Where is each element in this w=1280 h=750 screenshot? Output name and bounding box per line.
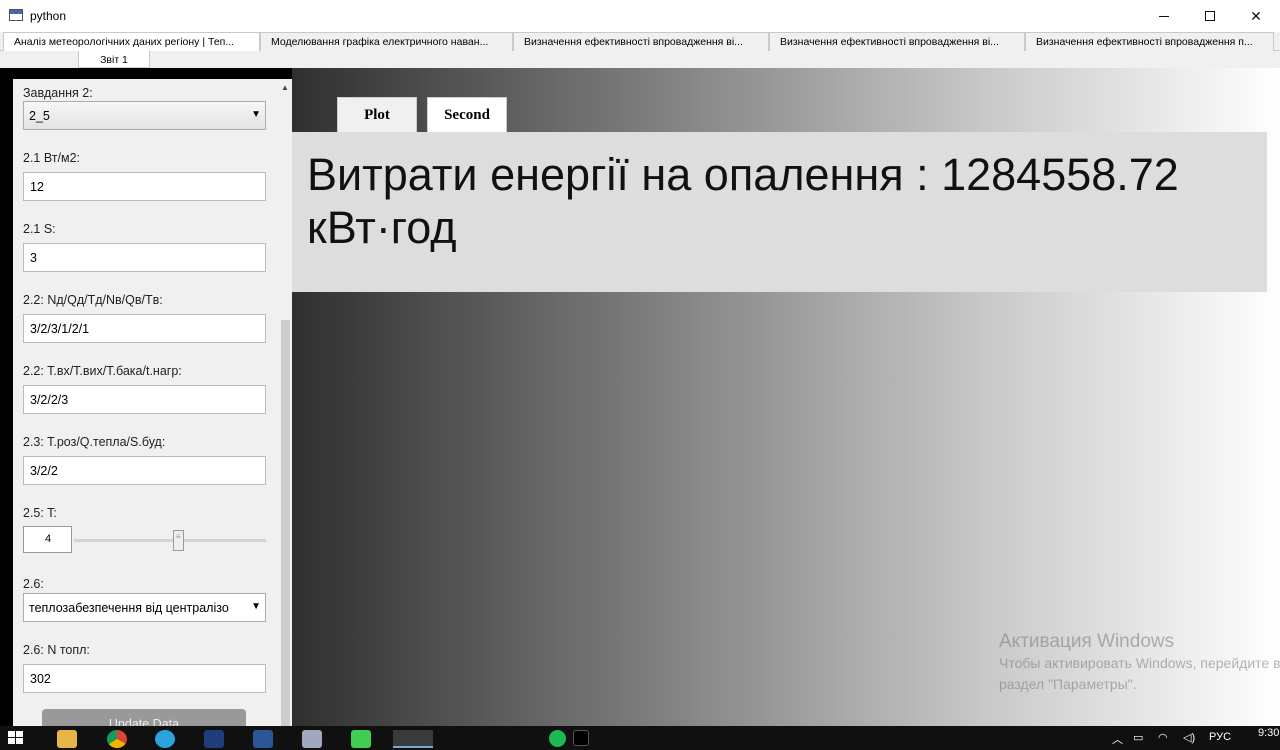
power-density-label: 2.1 Вт/м2: bbox=[23, 151, 80, 165]
update-data-button[interactable]: Update Data bbox=[42, 709, 246, 726]
sql-server-icon[interactable] bbox=[302, 730, 322, 748]
taskbar: ︿ ▭ ◠ ◁) РУС 9:30 bbox=[0, 726, 1280, 750]
t-param-slider[interactable] bbox=[74, 539, 266, 542]
task-select-value: 2_5 bbox=[29, 109, 50, 123]
area-label: 2.1 S: bbox=[23, 222, 56, 236]
tab-report-1[interactable]: Звіт 1 bbox=[78, 51, 150, 68]
chrome-icon[interactable] bbox=[107, 730, 127, 748]
tab-efficiency-1[interactable]: Визначення ефективності впровадження ві.… bbox=[513, 32, 769, 51]
tab-weather-analysis[interactable]: Аналіз метеорологічних даних регіону | Т… bbox=[3, 32, 260, 52]
task-select[interactable]: 2_5 ▼ bbox=[23, 101, 266, 130]
result-panel: Витрати енергії на опалення : 1284558.72… bbox=[292, 132, 1267, 292]
task-label: Завдання 2: bbox=[23, 86, 93, 100]
activation-watermark-line3: раздел "Параметры". bbox=[999, 676, 1137, 692]
tab-second[interactable]: Second bbox=[427, 97, 507, 132]
t-param-spinbox[interactable]: 4 bbox=[23, 526, 72, 553]
t-param-label: 2.5: T: bbox=[23, 506, 57, 520]
battery-icon[interactable]: ▭ bbox=[1133, 731, 1143, 744]
supply-type-select[interactable]: теплозабезпечення від централізо ▼ bbox=[23, 593, 266, 622]
activation-watermark-title: Активация Windows bbox=[999, 631, 1175, 652]
tab-plot[interactable]: Plot bbox=[337, 97, 417, 132]
windows-start-icon[interactable] bbox=[8, 730, 26, 748]
tab-efficiency-3[interactable]: Визначення ефективності впровадження п..… bbox=[1025, 32, 1274, 51]
heating-params-input[interactable]: 3/2/2 bbox=[23, 456, 266, 485]
panel-scrollbar[interactable]: ▲ bbox=[279, 79, 292, 726]
qt-creator-icon[interactable] bbox=[351, 730, 371, 748]
title-bar: python ✕ bbox=[0, 0, 1280, 32]
minimize-icon bbox=[1159, 15, 1169, 17]
close-button[interactable]: ✕ bbox=[1233, 0, 1279, 32]
scrollbar-thumb[interactable] bbox=[281, 320, 290, 726]
powershell-icon[interactable] bbox=[204, 730, 224, 748]
tray-expand-icon[interactable]: ︿ bbox=[1112, 731, 1123, 747]
dropdown-arrow-icon: ▼ bbox=[251, 601, 261, 612]
activation-watermark-line2: Чтобы активировать Windows, перейдите в bbox=[999, 655, 1280, 671]
volume-icon[interactable]: ◁) bbox=[1183, 731, 1195, 744]
supply-type-value: теплозабезпечення від централізо bbox=[29, 601, 229, 615]
minimize-button[interactable] bbox=[1141, 0, 1187, 32]
window-title: python bbox=[30, 9, 67, 23]
language-indicator[interactable]: РУС bbox=[1209, 731, 1231, 743]
spotify-icon[interactable] bbox=[549, 730, 566, 747]
scroll-up-icon[interactable]: ▲ bbox=[281, 83, 289, 92]
demand-params-input[interactable]: 3/2/3/1/2/1 bbox=[23, 314, 266, 343]
word-icon[interactable] bbox=[253, 730, 273, 748]
app-icon bbox=[9, 9, 23, 21]
tab-efficiency-2[interactable]: Визначення ефективності впровадження ві.… bbox=[769, 32, 1025, 51]
python-app-icon[interactable] bbox=[393, 730, 433, 748]
sub-tab-bar: Звіт 1 bbox=[0, 51, 1280, 68]
temperature-params-label: 2.2: T.вх/T.вих/T.бака/t.нагр: bbox=[23, 364, 182, 378]
maximize-button[interactable] bbox=[1187, 0, 1233, 32]
fuel-count-input[interactable]: 302 bbox=[23, 664, 266, 693]
dropdown-arrow-icon: ▼ bbox=[251, 109, 261, 120]
maximize-icon bbox=[1205, 11, 1215, 21]
file-explorer-icon[interactable] bbox=[57, 730, 77, 748]
power-density-input[interactable]: 12 bbox=[23, 172, 266, 201]
heating-params-label: 2.3: T.роз/Q.тепла/S.буд: bbox=[23, 435, 166, 449]
area-input[interactable]: 3 bbox=[23, 243, 266, 272]
temperature-params-input[interactable]: 3/2/2/3 bbox=[23, 385, 266, 414]
result-text: Витрати енергії на опалення : 1284558.72… bbox=[307, 149, 1179, 253]
intellij-icon[interactable] bbox=[573, 730, 589, 746]
close-icon: ✕ bbox=[1250, 7, 1262, 24]
main-tab-bar: Аналіз метеорологічних даних регіону | Т… bbox=[0, 32, 1280, 52]
fuel-count-label: 2.6: N топл: bbox=[23, 643, 90, 657]
wifi-icon[interactable]: ◠ bbox=[1158, 731, 1168, 744]
clock[interactable]: 9:30 bbox=[1258, 727, 1279, 739]
demand-params-label: 2.2: Nд/Qд/Tд/Nв/Qв/Tв: bbox=[23, 293, 163, 307]
telegram-icon[interactable] bbox=[155, 730, 175, 748]
slider-handle[interactable]: ≡ bbox=[172, 530, 184, 551]
tab-load-modeling[interactable]: Моделювання графіка електричного наван..… bbox=[260, 32, 513, 51]
supply-type-label: 2.6: bbox=[23, 577, 44, 591]
